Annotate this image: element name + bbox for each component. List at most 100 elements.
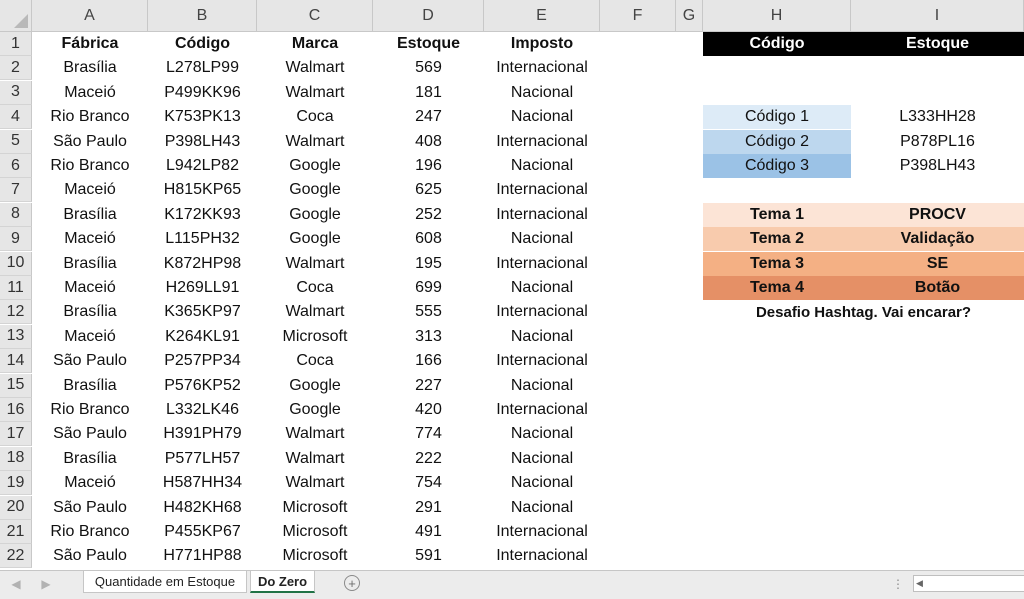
column-header-b[interactable]: B [148, 0, 257, 32]
table-cell-estoque[interactable]: 408 [373, 130, 484, 154]
table-cell-fabrica[interactable]: Rio Branco [32, 398, 148, 422]
scroll-tabs-right-icon[interactable]: ▶ [38, 576, 54, 592]
table-cell-codigo[interactable]: P499KK96 [148, 81, 257, 105]
table-cell-fabrica[interactable]: Rio Branco [32, 154, 148, 178]
row-header-9[interactable]: 9 [0, 227, 32, 252]
table-cell-marca[interactable]: Walmart [257, 471, 373, 495]
scroll-tabs-left-icon[interactable]: ◀ [8, 576, 24, 592]
lookup-value-codigo-2[interactable]: P878PL16 [851, 130, 1024, 154]
table-cell-marca[interactable]: Microsoft [257, 544, 373, 568]
add-sheet-icon[interactable]: + [344, 575, 360, 591]
lookup-label-codigo-3[interactable]: Código 3 [703, 154, 851, 178]
table-cell-estoque[interactable]: 774 [373, 422, 484, 446]
table-cell-marca[interactable]: Coca [257, 276, 373, 300]
table-cell-estoque[interactable]: 754 [373, 471, 484, 495]
table-cell-imposto[interactable]: Internacional [484, 520, 600, 544]
tema-value-3[interactable]: SE [851, 251, 1024, 276]
tema-label-3[interactable]: Tema 3 [703, 251, 851, 276]
row-header-7[interactable]: 7 [0, 178, 32, 203]
table-cell-fabrica[interactable]: Brasília [32, 447, 148, 471]
table-cell-codigo[interactable]: P257PP34 [148, 349, 257, 373]
table-cell-fabrica[interactable]: Maceió [32, 81, 148, 105]
table-cell-marca[interactable]: Google [257, 398, 373, 422]
row-header-15[interactable]: 15 [0, 373, 32, 398]
table-cell-estoque[interactable]: 166 [373, 349, 484, 373]
row-header-8[interactable]: 8 [0, 202, 32, 227]
table-cell-codigo[interactable]: H269LL91 [148, 276, 257, 300]
lookup-label-codigo-1[interactable]: Código 1 [703, 105, 851, 130]
table-cell-codigo[interactable]: H587HH34 [148, 471, 257, 495]
table-cell-codigo[interactable]: K365KP97 [148, 300, 257, 324]
table-cell-estoque[interactable]: 608 [373, 227, 484, 251]
row-header-10[interactable]: 10 [0, 251, 32, 276]
column-header-d[interactable]: D [373, 0, 484, 32]
header-cell-imposto[interactable]: Imposto [484, 32, 600, 56]
table-cell-marca[interactable]: Google [257, 154, 373, 178]
lookup-value-codigo-3[interactable]: P398LH43 [851, 154, 1024, 178]
table-cell-imposto[interactable]: Nacional [484, 227, 600, 251]
table-cell-fabrica[interactable]: Brasília [32, 56, 148, 80]
table-cell-marca[interactable]: Walmart [257, 422, 373, 446]
table-cell-imposto[interactable]: Nacional [484, 105, 600, 129]
table-cell-codigo[interactable]: P398LH43 [148, 130, 257, 154]
table-cell-marca[interactable]: Walmart [257, 300, 373, 324]
row-header-17[interactable]: 17 [0, 422, 32, 447]
table-cell-fabrica[interactable]: Brasília [32, 252, 148, 276]
table-cell-imposto[interactable]: Nacional [484, 422, 600, 446]
row-header-21[interactable]: 21 [0, 520, 32, 544]
table-cell-fabrica[interactable]: São Paulo [32, 496, 148, 520]
row-header-4[interactable]: 4 [0, 105, 32, 130]
table-cell-estoque[interactable]: 555 [373, 300, 484, 324]
header-cell-marca[interactable]: Marca [257, 32, 373, 56]
row-header-22[interactable]: 22 [0, 544, 32, 569]
table-cell-imposto[interactable]: Nacional [484, 81, 600, 105]
lookup-header-estoque[interactable]: Estoque [851, 32, 1024, 56]
column-header-f[interactable]: F [600, 0, 676, 32]
tema-label-2[interactable]: Tema 2 [703, 227, 851, 252]
table-cell-marca[interactable]: Coca [257, 105, 373, 129]
table-cell-fabrica[interactable]: Brasília [32, 203, 148, 227]
table-cell-imposto[interactable]: Internacional [484, 203, 600, 227]
horizontal-scrollbar[interactable]: ◀ [913, 575, 1024, 592]
row-header-6[interactable]: 6 [0, 154, 32, 178]
table-cell-estoque[interactable]: 227 [373, 374, 484, 398]
table-cell-imposto[interactable]: Nacional [484, 276, 600, 300]
row-header-11[interactable]: 11 [0, 276, 32, 300]
table-cell-imposto[interactable]: Nacional [484, 447, 600, 471]
table-cell-estoque[interactable]: 181 [373, 81, 484, 105]
scroll-left-arrow-icon[interactable]: ◀ [916, 578, 923, 589]
table-cell-estoque[interactable]: 420 [373, 398, 484, 422]
table-cell-estoque[interactable]: 491 [373, 520, 484, 544]
tema-label-4[interactable]: Tema 4 [703, 276, 851, 300]
table-cell-codigo[interactable]: K753PK13 [148, 105, 257, 129]
table-cell-estoque[interactable]: 222 [373, 447, 484, 471]
table-cell-codigo[interactable]: P455KP67 [148, 520, 257, 544]
header-cell-fabrica[interactable]: Fábrica [32, 32, 148, 56]
row-header-5[interactable]: 5 [0, 129, 32, 154]
table-cell-codigo[interactable]: L278LP99 [148, 56, 257, 80]
column-header-h[interactable]: H [703, 0, 851, 32]
table-cell-imposto[interactable]: Nacional [484, 471, 600, 495]
table-cell-fabrica[interactable]: Rio Branco [32, 105, 148, 129]
table-cell-marca[interactable]: Google [257, 227, 373, 251]
table-cell-codigo[interactable]: H482KH68 [148, 496, 257, 520]
table-cell-marca[interactable]: Walmart [257, 81, 373, 105]
table-cell-fabrica[interactable]: São Paulo [32, 544, 148, 568]
table-cell-estoque[interactable]: 569 [373, 56, 484, 80]
table-cell-fabrica[interactable]: Brasília [32, 300, 148, 324]
table-cell-codigo[interactable]: H391PH79 [148, 422, 257, 446]
row-header-1[interactable]: 1 [0, 32, 32, 56]
row-header-13[interactable]: 13 [0, 324, 32, 349]
row-header-2[interactable]: 2 [0, 56, 32, 81]
row-header-20[interactable]: 20 [0, 495, 32, 520]
table-cell-fabrica[interactable]: Maceió [32, 471, 148, 495]
table-cell-estoque[interactable]: 247 [373, 105, 484, 129]
table-cell-imposto[interactable]: Internacional [484, 544, 600, 568]
table-cell-fabrica[interactable]: São Paulo [32, 130, 148, 154]
table-cell-imposto[interactable]: Nacional [484, 496, 600, 520]
row-header-19[interactable]: 19 [0, 471, 32, 496]
table-cell-imposto[interactable]: Internacional [484, 56, 600, 80]
table-cell-imposto[interactable]: Internacional [484, 398, 600, 422]
tema-value-4[interactable]: Botão [851, 276, 1024, 300]
table-cell-codigo[interactable]: L332LK46 [148, 398, 257, 422]
